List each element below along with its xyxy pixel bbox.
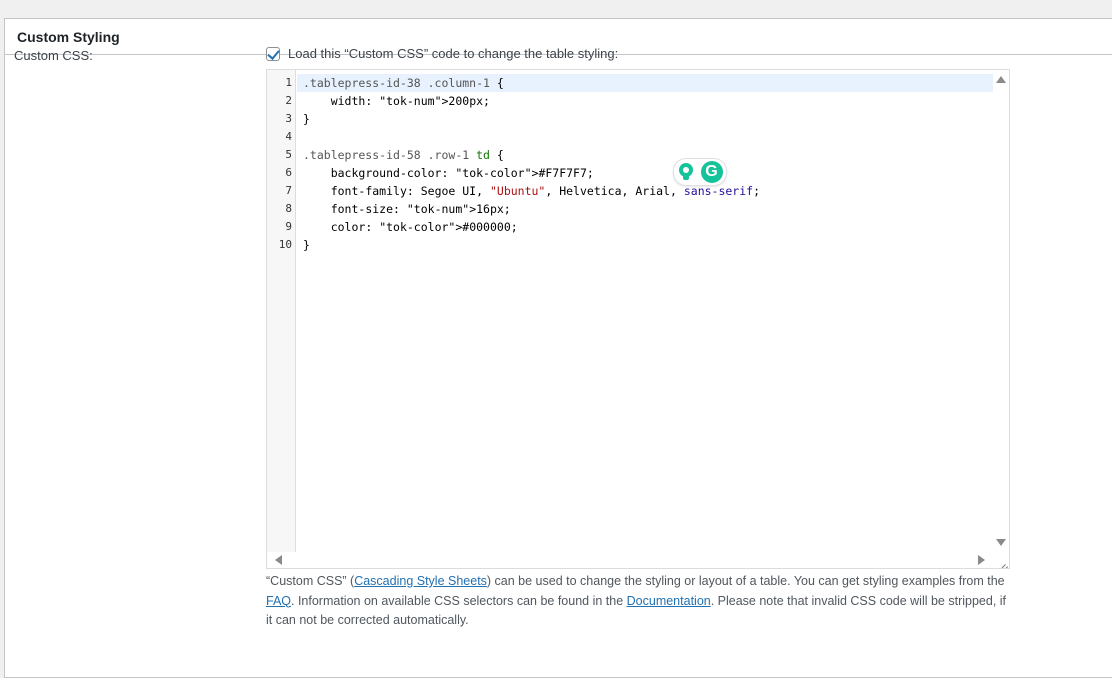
documentation-link[interactable]: Documentation (627, 594, 711, 608)
scroll-left-icon[interactable] (275, 555, 282, 565)
line-number: 4 (285, 130, 292, 143)
load-custom-css-row[interactable]: Load this “Custom CSS” code to change th… (266, 46, 618, 61)
line-number-gutter: 1 2 3 4 5 6 7 8 9 10 (267, 70, 296, 568)
cascading-style-sheets-link[interactable]: Cascading Style Sheets (354, 574, 487, 588)
line-number: 2 (285, 94, 292, 107)
grammarly-icon[interactable]: G (700, 161, 723, 183)
description-text: “Custom CSS” ( (266, 574, 355, 588)
resize-handle-icon[interactable] (998, 557, 1008, 567)
code-line[interactable]: font-size: "tok-num">16px; (303, 200, 511, 218)
custom-css-description: “Custom CSS” (Cascading Style Sheets) ca… (266, 572, 1011, 631)
lightbulb-icon[interactable] (678, 162, 694, 182)
code-line[interactable]: .tablepress-id-58 .row-1 td { (303, 146, 504, 164)
grammarly-widget[interactable]: G (673, 158, 727, 186)
line-number: 7 (285, 184, 292, 197)
code-line[interactable]: background-color: "tok-color">#F7F7F7; (303, 164, 594, 182)
line-number: 9 (285, 220, 292, 233)
line-number: 5 (285, 148, 292, 161)
load-custom-css-checkbox[interactable] (266, 46, 280, 61)
line-number: 3 (285, 112, 292, 125)
load-custom-css-checkbox-label[interactable]: Load this “Custom CSS” code to change th… (288, 46, 618, 61)
faq-link[interactable]: FAQ (266, 594, 291, 608)
scroll-down-icon[interactable] (996, 539, 1006, 546)
checkmark-icon (267, 46, 280, 60)
scroll-up-icon[interactable] (996, 76, 1006, 83)
code-area[interactable]: .tablepress-id-38 .column-1 { width: "to… (297, 70, 993, 552)
code-line[interactable]: .tablepress-id-38 .column-1 { (303, 74, 504, 92)
description-text: . Information on available CSS selectors… (291, 593, 627, 608)
line-number: 1 (285, 76, 292, 89)
custom-css-label: Custom CSS: (14, 48, 93, 63)
code-line[interactable]: } (303, 236, 310, 254)
css-code-editor[interactable]: 1 2 3 4 5 6 7 8 9 10 .tablepress-id-38 .… (266, 69, 1010, 569)
horizontal-scrollbar[interactable] (267, 552, 993, 568)
line-number: 10 (278, 238, 292, 251)
scroll-right-icon[interactable] (978, 555, 985, 565)
line-number: 6 (285, 166, 292, 179)
code-line[interactable]: width: "tok-num">200px; (303, 92, 490, 110)
vertical-scrollbar[interactable] (993, 70, 1009, 552)
code-line[interactable]: color: "tok-color">#000000; (303, 218, 518, 236)
code-line[interactable]: } (303, 110, 310, 128)
description-text: ) can be used to change the styling or l… (486, 574, 1005, 588)
panel-title: Custom Styling (17, 28, 120, 45)
line-number: 8 (285, 202, 292, 215)
